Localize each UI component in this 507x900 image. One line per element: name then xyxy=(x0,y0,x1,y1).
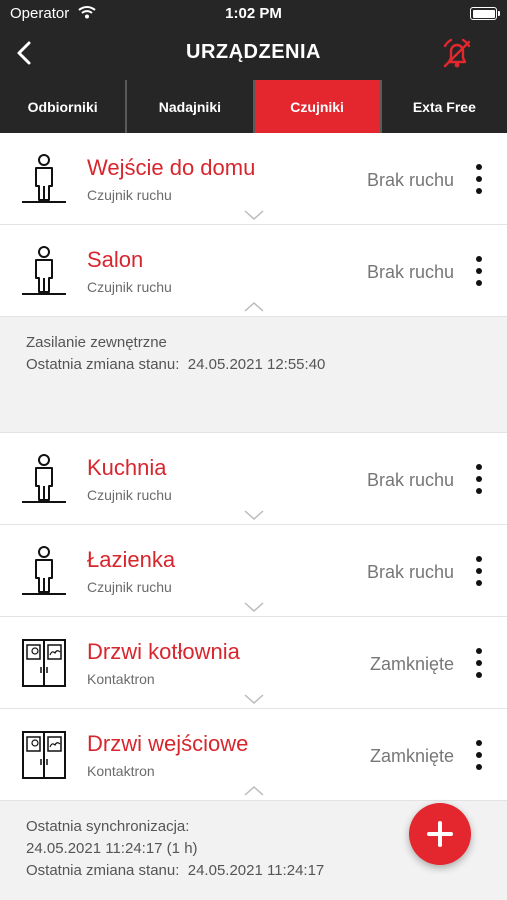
device-name: Salon xyxy=(87,247,144,272)
motion-sensor-icon xyxy=(22,546,66,595)
device-row[interactable]: Łazienka Czujnik ruchu Brak ruchu xyxy=(0,525,507,617)
chevron-down-icon[interactable] xyxy=(243,693,265,705)
device-type: Kontaktron xyxy=(87,763,155,779)
device-name: Drzwi kotłownia xyxy=(87,639,240,664)
device-row[interactable]: Salon Czujnik ruchu Brak ruchu xyxy=(0,225,507,317)
door-contact-icon xyxy=(22,639,66,687)
device-state: Brak ruchu xyxy=(366,562,454,582)
tab-exta-free[interactable]: Exta Free xyxy=(382,80,507,133)
chevron-up-icon[interactable] xyxy=(243,301,265,313)
device-type: Kontaktron xyxy=(87,671,155,687)
chevron-up-icon[interactable] xyxy=(243,785,265,797)
device-state: Zamknięte xyxy=(369,654,454,674)
device-type: Czujnik ruchu xyxy=(87,187,172,203)
device-row[interactable]: Wejście do domu Czujnik ruchu Brak ruchu xyxy=(0,133,507,225)
chevron-down-icon[interactable] xyxy=(243,601,265,613)
more-options-icon[interactable] xyxy=(469,255,489,287)
tab-czujniki[interactable]: Czujniki xyxy=(254,80,382,133)
add-device-button[interactable] xyxy=(409,803,471,865)
device-state: Brak ruchu xyxy=(366,470,454,490)
motion-sensor-icon xyxy=(22,246,66,295)
more-options-icon[interactable] xyxy=(469,647,489,679)
tab-odbiorniki[interactable]: Odbiorniki xyxy=(0,80,128,133)
device-name: Drzwi wejściowe xyxy=(87,731,249,756)
device-state: Zamknięte xyxy=(369,746,454,766)
device-list: Wejście do domu Czujnik ruchu Brak ruchu… xyxy=(0,133,507,900)
page-title: URZĄDZENIA xyxy=(186,41,321,63)
clock: 1:02 PM xyxy=(225,5,282,22)
detail-line: Ostatnia zmiana stanu: 24.05.2021 12:55:… xyxy=(26,356,326,373)
device-row[interactable]: Drzwi kotłownia Kontaktron Zamknięte xyxy=(0,617,507,709)
device-name: Wejście do domu xyxy=(87,155,256,180)
detail-line: Ostatnia zmiana stanu: 24.05.2021 11:24:… xyxy=(26,862,325,879)
device-type: Czujnik ruchu xyxy=(87,487,172,503)
device-details: Zasilanie zewnętrzne Ostatnia zmiana sta… xyxy=(0,317,507,433)
tab-nadajniki[interactable]: Nadajniki xyxy=(127,80,255,133)
door-contact-icon xyxy=(22,731,66,779)
device-state: Brak ruchu xyxy=(366,170,454,190)
status-bar: Operator 1:02 PM xyxy=(0,0,507,28)
device-type: Czujnik ruchu xyxy=(87,579,172,595)
battery-icon xyxy=(470,7,500,20)
detail-line: Zasilanie zewnętrzne xyxy=(26,334,167,351)
chevron-down-icon[interactable] xyxy=(243,509,265,521)
more-options-icon[interactable] xyxy=(469,463,489,495)
device-category-tabs: Odbiorniki Nadajniki Czujniki Exta Free xyxy=(0,80,507,133)
chevron-down-icon[interactable] xyxy=(243,209,265,221)
device-row[interactable]: Kuchnia Czujnik ruchu Brak ruchu xyxy=(0,433,507,525)
motion-sensor-icon xyxy=(22,454,66,503)
nav-bar: URZĄDZENIA xyxy=(0,28,507,80)
device-name: Kuchnia xyxy=(87,455,167,480)
device-row[interactable]: Drzwi wejściowe Kontaktron Zamknięte xyxy=(0,709,507,801)
motion-sensor-icon xyxy=(22,154,66,203)
device-state: Brak ruchu xyxy=(366,262,454,282)
more-options-icon[interactable] xyxy=(469,739,489,771)
alarm-bell-icon[interactable] xyxy=(437,34,477,74)
device-type: Czujnik ruchu xyxy=(87,279,172,295)
device-name: Łazienka xyxy=(87,547,176,572)
more-options-icon[interactable] xyxy=(469,163,489,195)
more-options-icon[interactable] xyxy=(469,555,489,587)
